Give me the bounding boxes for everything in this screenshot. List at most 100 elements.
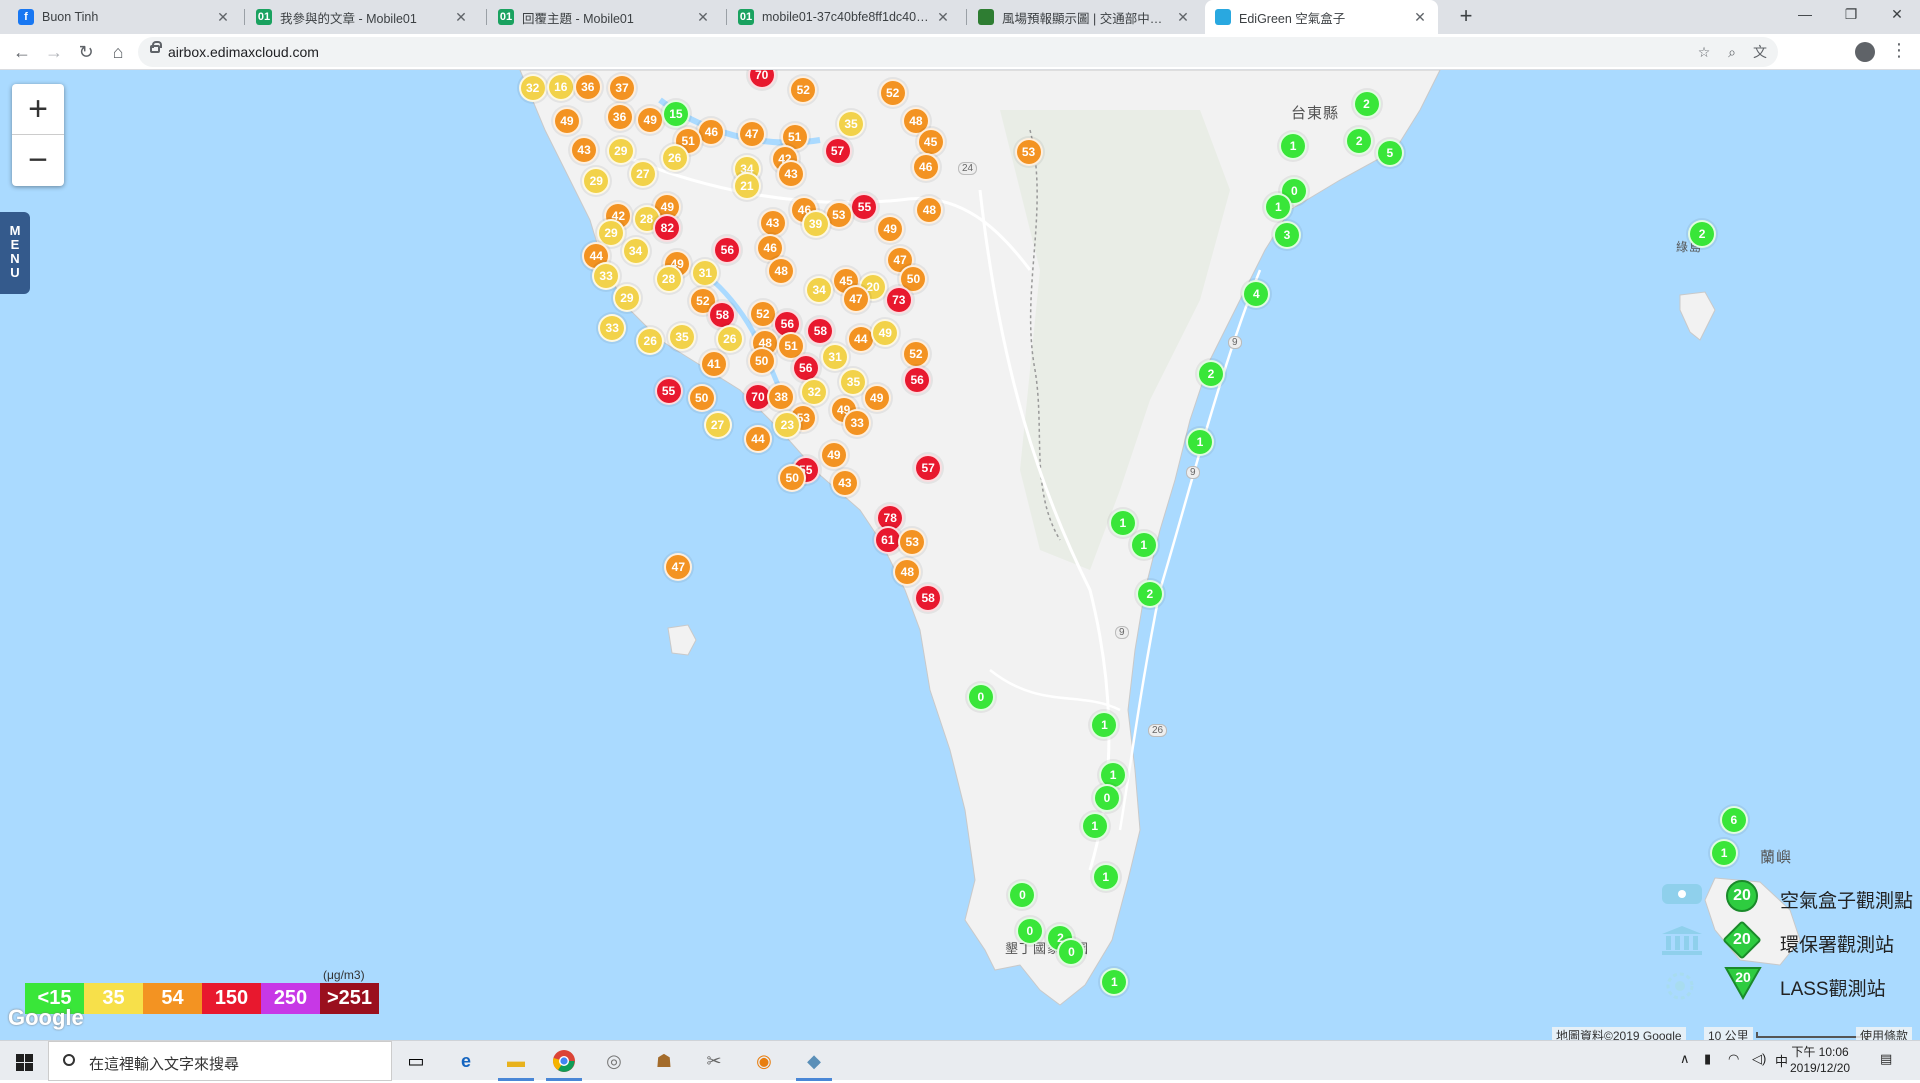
air-quality-marker[interactable]: 44 xyxy=(743,424,772,453)
air-quality-marker[interactable]: 6 xyxy=(1719,805,1748,834)
air-quality-marker[interactable]: 0 xyxy=(1092,783,1121,812)
show-hidden-icons-icon[interactable]: ∧ xyxy=(1680,1051,1690,1067)
air-quality-marker[interactable]: 43 xyxy=(758,209,787,238)
air-quality-marker[interactable]: 52 xyxy=(789,75,818,104)
air-quality-marker[interactable]: 1 xyxy=(1279,131,1308,160)
air-quality-marker[interactable]: 50 xyxy=(778,463,807,492)
tab-close-icon[interactable]: ✕ xyxy=(935,9,951,26)
air-quality-marker[interactable]: 35 xyxy=(668,322,697,351)
browser-tab[interactable]: f Buon Tinh ✕ xyxy=(8,0,241,34)
air-quality-marker[interactable]: 47 xyxy=(737,119,766,148)
volume-icon[interactable]: ◁) xyxy=(1752,1051,1766,1067)
air-quality-marker[interactable]: 52 xyxy=(878,79,907,108)
compass-app-icon[interactable]: ◎ xyxy=(592,1045,636,1077)
air-quality-marker[interactable]: 36 xyxy=(605,102,634,131)
new-tab-button[interactable]: + xyxy=(1453,4,1479,30)
air-quality-marker[interactable]: 49 xyxy=(819,440,848,469)
tab-close-icon[interactable]: ✕ xyxy=(215,9,231,26)
url-text[interactable]: airbox.edimaxcloud.com xyxy=(168,44,319,60)
air-quality-marker[interactable]: 39 xyxy=(801,210,830,239)
animal-app-icon[interactable]: ☗ xyxy=(642,1045,686,1077)
air-quality-marker[interactable]: 29 xyxy=(612,283,641,312)
chrome-browser-icon[interactable] xyxy=(542,1045,586,1081)
air-quality-marker[interactable]: 26 xyxy=(636,326,665,355)
air-quality-marker[interactable]: 55 xyxy=(654,376,683,405)
browser-tab[interactable]: 01 我參與的文章 - Mobile01 ✕ xyxy=(246,0,479,34)
taskbar-search-placeholder[interactable]: 在這裡輸入文字來搜尋 xyxy=(89,1053,239,1074)
air-quality-marker[interactable]: 28 xyxy=(654,265,683,294)
restore-button[interactable]: ❐ xyxy=(1828,0,1874,30)
air-quality-marker[interactable]: 57 xyxy=(823,136,852,165)
battery-icon[interactable]: ▮ xyxy=(1704,1051,1711,1067)
air-quality-marker[interactable]: 50 xyxy=(747,347,776,376)
air-quality-marker[interactable]: 1 xyxy=(1710,838,1739,867)
air-quality-marker[interactable]: 33 xyxy=(843,408,872,437)
terms-of-use-link[interactable]: 使用條款 xyxy=(1856,1027,1913,1040)
air-quality-marker[interactable]: 5 xyxy=(1375,139,1404,168)
air-quality-marker[interactable]: 53 xyxy=(898,527,927,556)
air-quality-marker[interactable]: 56 xyxy=(903,365,932,394)
air-quality-marker[interactable]: 57 xyxy=(914,454,943,483)
back-arrow-icon[interactable]: ← xyxy=(8,38,36,66)
browser-menu-icon[interactable]: ⋮ xyxy=(1890,40,1908,61)
forward-arrow-icon[interactable]: → xyxy=(40,38,68,66)
air-quality-marker[interactable]: 43 xyxy=(570,135,599,164)
air-quality-marker[interactable]: 27 xyxy=(703,411,732,440)
air-quality-marker[interactable]: 2 xyxy=(1688,220,1717,249)
air-quality-marker[interactable]: 1 xyxy=(1091,863,1120,892)
zoom-out-button[interactable]: − xyxy=(12,135,64,186)
air-quality-marker[interactable]: 50 xyxy=(687,384,716,413)
air-quality-marker[interactable]: 29 xyxy=(606,136,635,165)
air-quality-marker[interactable]: 53 xyxy=(1014,138,1043,167)
air-quality-marker[interactable]: 41 xyxy=(699,349,728,378)
air-quality-marker[interactable]: 33 xyxy=(592,261,621,290)
air-quality-marker[interactable]: 48 xyxy=(767,256,796,285)
taskbar-search-box[interactable]: 在這裡輸入文字來搜尋 xyxy=(48,1041,392,1081)
translate-icon[interactable]: 文 xyxy=(1750,42,1770,62)
air-quality-marker[interactable]: 31 xyxy=(821,342,850,371)
air-quality-marker[interactable]: 48 xyxy=(915,195,944,224)
air-quality-marker[interactable]: 26 xyxy=(660,144,689,173)
notification-center-icon[interactable]: ▤ xyxy=(1880,1051,1892,1067)
menu-tab[interactable]: MENU xyxy=(0,212,30,294)
air-quality-marker[interactable]: 16 xyxy=(546,73,575,102)
air-quality-marker[interactable]: 47 xyxy=(841,285,870,314)
air-quality-marker[interactable]: 73 xyxy=(884,286,913,315)
close-window-button[interactable]: ✕ xyxy=(1874,0,1920,30)
air-quality-marker[interactable]: 2 xyxy=(1135,580,1164,609)
browser-tab[interactable]: 風場預報顯示圖 | 交通部中央氣象 ✕ xyxy=(968,0,1201,34)
air-quality-marker[interactable]: 45 xyxy=(916,128,945,157)
tab-close-icon[interactable]: ✕ xyxy=(1412,9,1428,26)
air-quality-marker[interactable]: 32 xyxy=(518,74,547,103)
air-quality-marker[interactable]: 58 xyxy=(914,583,943,612)
air-quality-marker[interactable]: 49 xyxy=(862,384,891,413)
edge-browser-icon[interactable]: e xyxy=(444,1045,488,1077)
home-icon[interactable]: ⌂ xyxy=(104,38,132,66)
wifi-icon[interactable]: ◠ xyxy=(1728,1051,1739,1067)
air-quality-marker[interactable]: 2 xyxy=(1345,127,1374,156)
zoom-in-button[interactable]: + xyxy=(12,84,64,135)
air-quality-marker[interactable]: 1 xyxy=(1129,531,1158,560)
windows-start-icon[interactable] xyxy=(0,1041,48,1081)
air-quality-marker[interactable]: 34 xyxy=(621,237,650,266)
profile-avatar-icon[interactable] xyxy=(1855,42,1875,62)
minimize-button[interactable]: — xyxy=(1782,0,1828,30)
air-quality-marker[interactable]: 52 xyxy=(901,340,930,369)
air-quality-marker[interactable]: 1 xyxy=(1080,811,1109,840)
tab-close-icon[interactable]: ✕ xyxy=(453,9,469,26)
file-explorer-icon[interactable]: ▬ xyxy=(494,1045,538,1081)
air-quality-marker[interactable]: 43 xyxy=(777,160,806,189)
tab-close-icon[interactable]: ✕ xyxy=(1175,9,1191,26)
browser-tab[interactable]: 01 mobile01-37c40bfe8ff1dc4059 ✕ xyxy=(728,0,961,34)
air-quality-marker[interactable]: 43 xyxy=(830,468,859,497)
settings-app-icon[interactable]: ◆ xyxy=(792,1045,836,1081)
blender-app-icon[interactable]: ◉ xyxy=(742,1045,786,1077)
ime-indicator[interactable]: 中 xyxy=(1775,1051,1788,1070)
snipping-tool-icon[interactable]: ✂ xyxy=(692,1045,736,1077)
air-quality-marker[interactable]: 46 xyxy=(911,152,940,181)
map-viewport[interactable]: 台東縣 蘭嶼 綠島 墾丁國家公園 24 9 9 9 26 70 52 52 32 16 3… xyxy=(0,70,1920,1040)
air-quality-marker[interactable]: 0 xyxy=(966,683,995,712)
air-quality-marker[interactable]: 27 xyxy=(628,160,657,189)
air-quality-marker[interactable]: 2 xyxy=(1197,359,1226,388)
address-bar[interactable]: airbox.edimaxcloud.com 文 ⌕ ☆ xyxy=(138,37,1778,67)
